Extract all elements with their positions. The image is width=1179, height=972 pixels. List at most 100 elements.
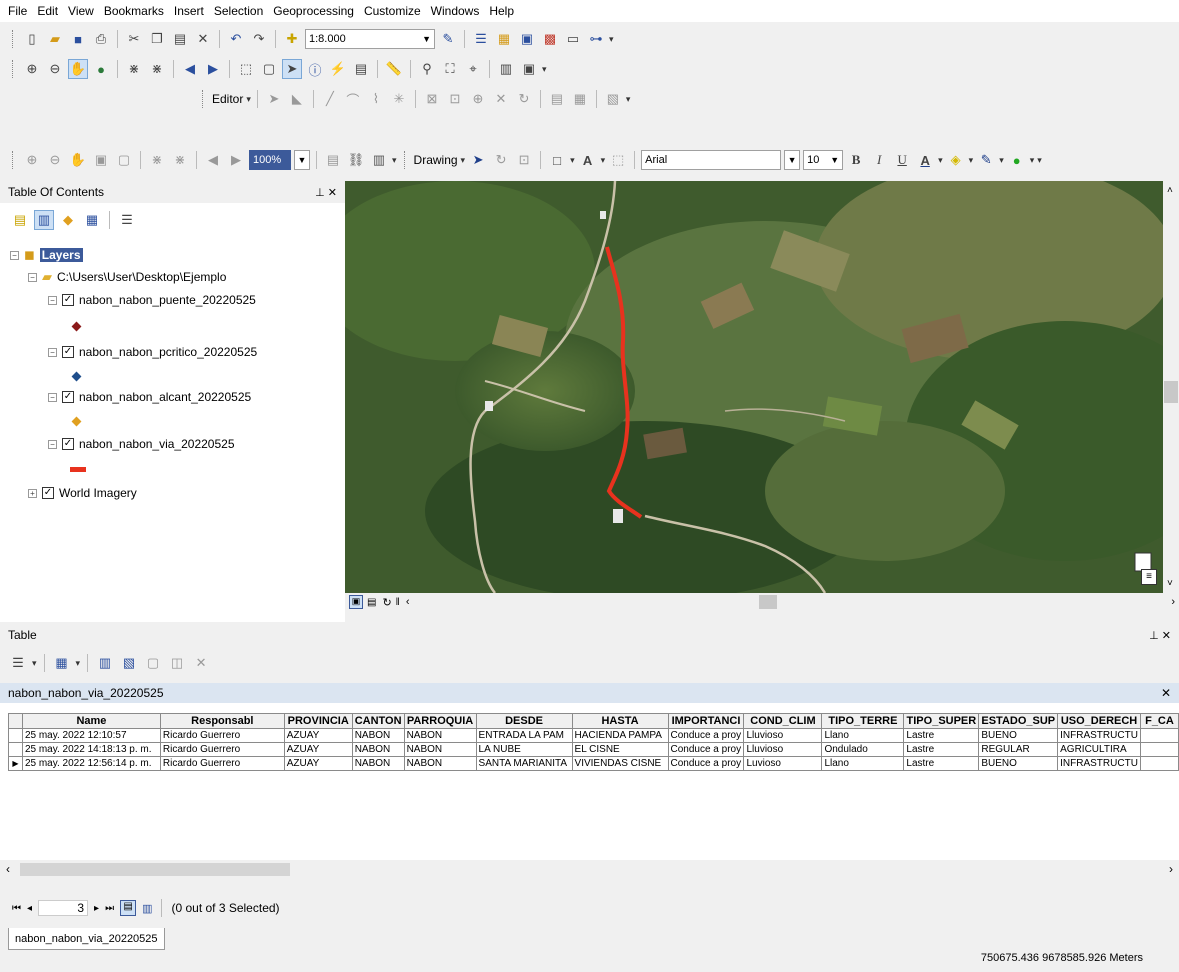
- collapse-icon[interactable]: −: [48, 295, 57, 305]
- table-cell[interactable]: AZUAY: [283, 742, 353, 757]
- catalog-icon[interactable]: ▦: [494, 29, 514, 49]
- create-viewer-icon[interactable]: ▣: [519, 59, 539, 79]
- chevron-down-icon[interactable]: ▼: [422, 34, 431, 44]
- pause-drawing-icon[interactable]: ‖: [396, 597, 400, 608]
- show-selected-records-icon[interactable]: ▥: [142, 902, 152, 915]
- table-cell[interactable]: Conduce a proy: [667, 728, 745, 743]
- chevron-down-icon[interactable]: ▾: [76, 658, 81, 669]
- edit-tool-icon[interactable]: ➤: [264, 89, 284, 109]
- change-layout-icon[interactable]: ▥: [369, 150, 389, 170]
- column-header[interactable]: PARROQUIA: [403, 713, 477, 729]
- font-name-combo[interactable]: Arial: [641, 150, 782, 170]
- layout-pan-icon[interactable]: ✋: [68, 150, 88, 170]
- redo-icon[interactable]: ↷: [249, 29, 269, 49]
- table-cell[interactable]: EL CISNE: [571, 742, 669, 757]
- table-cell[interactable]: LA NUBE: [475, 742, 573, 757]
- next-extent-icon[interactable]: ▶: [226, 150, 246, 170]
- toolbar-grip[interactable]: [12, 30, 15, 48]
- table-row[interactable]: 25 may. 2022 14:18:13 p. m. Ricardo Guerr…: [8, 742, 1179, 757]
- menu-bookmarks[interactable]: Bookmarks: [104, 4, 164, 18]
- previous-extent-icon[interactable]: ◀: [203, 150, 223, 170]
- table-cell[interactable]: [1139, 756, 1179, 771]
- toc-layer-alcant[interactable]: − ✓ nabon_nabon_alcant_20220525: [48, 390, 251, 404]
- go-to-xy-icon[interactable]: ⌖: [463, 59, 483, 79]
- marker-color-icon[interactable]: ●: [1007, 150, 1027, 170]
- delete-selected-icon[interactable]: ✕: [191, 653, 211, 673]
- pin-close-icon[interactable]: ⊥ ✕: [1149, 629, 1171, 642]
- copy-icon[interactable]: ❐: [147, 29, 167, 49]
- first-record-icon[interactable]: ⏮: [12, 903, 21, 914]
- table-cell[interactable]: [1139, 742, 1179, 757]
- switch-selection-icon[interactable]: ▧: [119, 653, 139, 673]
- menu-selection[interactable]: Selection: [214, 4, 263, 18]
- layout-view-icon[interactable]: ▤: [367, 597, 376, 608]
- table-cell[interactable]: INFRASTRUCTU: [1057, 728, 1141, 743]
- toggle-draft-mode-icon[interactable]: ▤: [323, 150, 343, 170]
- chevron-down-icon[interactable]: ▾: [969, 155, 974, 166]
- chevron-down-icon[interactable]: ▾: [601, 155, 606, 166]
- column-header[interactable]: PROVINCIA: [283, 713, 353, 729]
- toc-options-icon[interactable]: ☰: [117, 210, 137, 230]
- collapse-icon[interactable]: −: [10, 250, 19, 260]
- show-all-records-icon[interactable]: ▤: [120, 900, 137, 916]
- chevron-down-icon[interactable]: ▾: [1030, 155, 1035, 166]
- table-cell[interactable]: ENTRADA LA PAM: [475, 728, 573, 743]
- edit-vertices-drawing-icon[interactable]: ⬚: [608, 150, 628, 170]
- end-point-arc-icon[interactable]: ⌒: [343, 89, 363, 109]
- menu-customize[interactable]: Customize: [364, 4, 421, 18]
- list-by-source-icon[interactable]: ▥: [34, 210, 54, 230]
- current-record-field[interactable]: 3: [38, 900, 89, 916]
- scroll-thumb[interactable]: [1164, 381, 1178, 403]
- collapse-icon[interactable]: −: [48, 392, 57, 402]
- scroll-thumb[interactable]: [759, 595, 778, 609]
- table-cell[interactable]: Conduce a proy: [667, 756, 745, 771]
- bold-button[interactable]: B: [846, 150, 866, 170]
- collapse-icon[interactable]: −: [28, 272, 37, 282]
- pin-close-icon[interactable]: ⊥ ✕: [315, 186, 337, 199]
- related-tables-icon[interactable]: ▦: [52, 653, 72, 673]
- zoom-whole-page-icon[interactable]: ▣: [91, 150, 111, 170]
- add-data-icon[interactable]: ✚: [282, 29, 302, 49]
- measure-icon[interactable]: 📏: [384, 59, 404, 79]
- table-options-icon[interactable]: ☰: [8, 653, 28, 673]
- list-by-selection-icon[interactable]: ▦: [82, 210, 102, 230]
- python-window-icon[interactable]: ▭: [563, 29, 583, 49]
- clear-selection-icon[interactable]: ▢: [259, 59, 279, 79]
- font-name-dropdown[interactable]: ▼: [784, 150, 801, 170]
- rotate-tool-icon[interactable]: ↻: [514, 89, 534, 109]
- table-row[interactable]: ▶ 25 may. 2022 12:56:14 p. m. Ricardo Guer…: [8, 756, 1179, 771]
- zoom-percent-dropdown[interactable]: ▼: [294, 150, 310, 170]
- undo-icon[interactable]: ↶: [226, 29, 246, 49]
- search-window-icon[interactable]: ▣: [517, 29, 537, 49]
- layer-visibility-checkbox[interactable]: ✓: [62, 391, 74, 403]
- table-cell[interactable]: 25 may. 2022 12:10:57: [21, 728, 161, 743]
- paste-icon[interactable]: ▤: [170, 29, 190, 49]
- layer-visibility-checkbox[interactable]: ✓: [62, 346, 74, 358]
- table-cell[interactable]: Ricardo Guerrero: [159, 742, 285, 757]
- row-selector[interactable]: ▶: [8, 756, 23, 771]
- reselect-icon[interactable]: ◫: [167, 653, 187, 673]
- table-cell[interactable]: Lluvioso: [743, 742, 823, 757]
- fixed-zoom-out-layout-icon[interactable]: ⋇: [170, 150, 190, 170]
- html-popup-icon[interactable]: ▤: [351, 59, 371, 79]
- column-header[interactable]: USO_DERECH: [1057, 713, 1141, 729]
- save-icon[interactable]: ■: [68, 29, 88, 49]
- rectangle-icon[interactable]: □: [547, 150, 567, 170]
- chevron-down-icon[interactable]: ▾: [246, 94, 251, 105]
- focus-data-frame-icon[interactable]: ⛓: [346, 150, 366, 170]
- layer-visibility-checkbox[interactable]: ✓: [62, 294, 74, 306]
- select-by-attributes-icon[interactable]: ▥: [95, 653, 115, 673]
- collapse-icon[interactable]: −: [48, 439, 57, 449]
- fill-color-icon[interactable]: ◈: [946, 150, 966, 170]
- toolbar-grip[interactable]: [202, 90, 205, 108]
- column-header[interactable]: CANTON: [351, 713, 405, 729]
- chevron-down-icon[interactable]: ▾: [461, 155, 466, 166]
- zoom-to-selected-icon[interactable]: ⊡: [514, 150, 534, 170]
- straight-segment-icon[interactable]: ╱: [320, 89, 340, 109]
- arctoolbox-icon[interactable]: ▩: [540, 29, 560, 49]
- split-tool-icon[interactable]: ✕: [491, 89, 511, 109]
- rotate-icon[interactable]: ↻: [491, 150, 511, 170]
- menu-edit[interactable]: Edit: [37, 4, 58, 18]
- chevron-down-icon[interactable]: ▾: [938, 155, 943, 166]
- toc-layer-pcritico[interactable]: − ✓ nabon_nabon_pcritico_20220525: [48, 345, 257, 359]
